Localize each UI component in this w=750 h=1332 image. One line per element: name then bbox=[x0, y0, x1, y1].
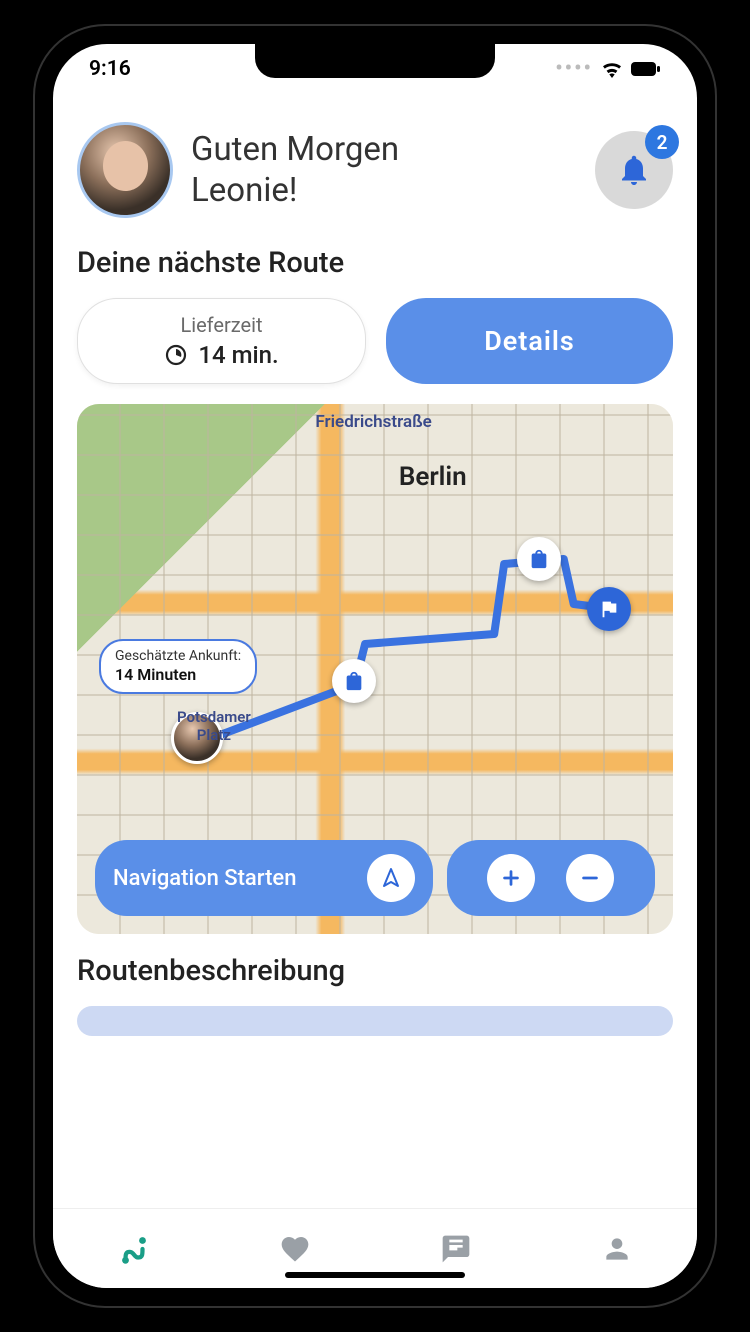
battery-icon bbox=[631, 61, 661, 77]
delivery-time-value: 14 min. bbox=[198, 341, 278, 369]
details-button-label: Details bbox=[484, 325, 575, 357]
wifi-icon bbox=[601, 60, 623, 78]
eta-label: Geschätzte Ankunft: bbox=[115, 647, 241, 665]
bag-icon bbox=[343, 670, 365, 692]
status-icons: •••• bbox=[555, 57, 661, 81]
tab-routes[interactable] bbox=[114, 1229, 154, 1269]
notifications-button[interactable]: 2 bbox=[595, 131, 673, 209]
map-controls: Navigation Starten bbox=[95, 840, 655, 916]
bell-icon bbox=[616, 152, 652, 188]
map-label-square: Potsdamer Platz bbox=[177, 708, 251, 744]
zoom-in-button[interactable] bbox=[487, 854, 535, 902]
zoom-out-button[interactable] bbox=[566, 854, 614, 902]
chat-icon bbox=[440, 1233, 472, 1265]
map-destination[interactable] bbox=[587, 587, 631, 631]
plus-icon bbox=[500, 867, 522, 889]
phone-frame: 9:16 •••• Guten Morgen Leonie! 2 Deine n… bbox=[35, 26, 715, 1306]
nav-arrow-circle bbox=[367, 854, 415, 902]
eta-bubble: Geschätzte Ankunft: 14 Minuten bbox=[99, 639, 257, 694]
navigation-arrow-icon bbox=[379, 866, 403, 890]
greeting-line2: Leonie! bbox=[191, 171, 297, 210]
details-button[interactable]: Details bbox=[386, 298, 673, 384]
notch bbox=[255, 44, 495, 78]
greeting-line1: Guten Morgen bbox=[191, 130, 399, 169]
route-description-card[interactable] bbox=[77, 1006, 673, 1036]
eta-value: 14 Minuten bbox=[115, 665, 241, 686]
start-navigation-label: Navigation Starten bbox=[113, 866, 296, 891]
tab-messages[interactable] bbox=[436, 1229, 476, 1269]
zoom-controls bbox=[447, 840, 655, 916]
delivery-time-label: Lieferzeit bbox=[180, 313, 262, 337]
screen: 9:16 •••• Guten Morgen Leonie! 2 Deine n… bbox=[53, 44, 697, 1288]
route-summary-row: Lieferzeit 14 min. Details bbox=[77, 298, 673, 384]
flag-icon bbox=[598, 598, 620, 620]
greeting-text: Guten Morgen Leonie! bbox=[191, 129, 577, 212]
minus-icon bbox=[579, 867, 601, 889]
tab-favorites[interactable] bbox=[275, 1229, 315, 1269]
clock-icon bbox=[164, 343, 188, 367]
header-row: Guten Morgen Leonie! 2 bbox=[77, 122, 673, 218]
route-description-title: Routenbeschreibung bbox=[77, 954, 673, 988]
user-avatar[interactable] bbox=[77, 122, 173, 218]
start-navigation-button[interactable]: Navigation Starten bbox=[95, 840, 433, 916]
delivery-time-pill: Lieferzeit 14 min. bbox=[77, 298, 366, 384]
person-icon bbox=[601, 1233, 633, 1265]
home-indicator[interactable] bbox=[285, 1272, 465, 1278]
tab-profile[interactable] bbox=[597, 1229, 637, 1269]
bag-icon bbox=[528, 548, 550, 570]
cellular-dots-icon: •••• bbox=[555, 57, 593, 81]
route-map[interactable]: Friedrichstraße Berlin Geschätzte Ankunf… bbox=[77, 404, 673, 934]
status-time: 9:16 bbox=[89, 57, 131, 81]
route-icon bbox=[117, 1232, 151, 1266]
notification-badge: 2 bbox=[645, 125, 679, 159]
map-stop-1[interactable] bbox=[332, 659, 376, 703]
map-stop-2[interactable] bbox=[517, 537, 561, 581]
next-route-title: Deine nächste Route bbox=[77, 246, 673, 280]
heart-icon bbox=[279, 1233, 311, 1265]
main-content: Guten Morgen Leonie! 2 Deine nächste Rou… bbox=[53, 104, 697, 1208]
